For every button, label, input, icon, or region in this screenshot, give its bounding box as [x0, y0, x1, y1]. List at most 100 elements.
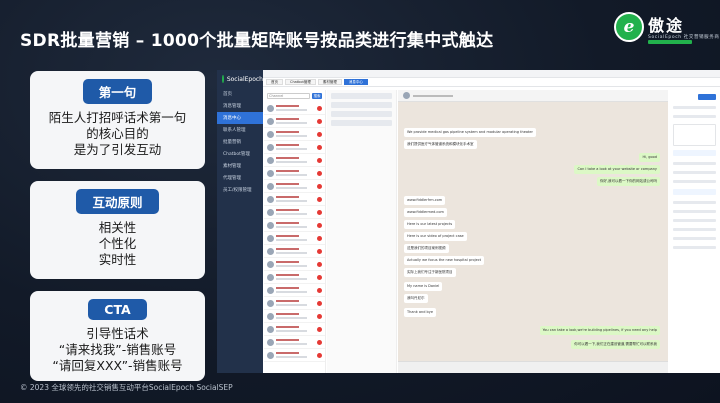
- message-bubble: Hi, good: [639, 153, 660, 162]
- avatar: [267, 286, 274, 294]
- action-button[interactable]: [698, 94, 716, 100]
- sidebar-item[interactable]: 批量营销: [217, 136, 263, 148]
- card-line: 引导性话术: [86, 326, 149, 341]
- card-badge: CTA: [88, 299, 147, 320]
- conversation-item[interactable]: [264, 102, 325, 115]
- avatar: [267, 117, 274, 125]
- sidebar-item[interactable]: 消息管理: [217, 100, 263, 112]
- tab[interactable]: 首页: [266, 79, 283, 85]
- right-panel: [669, 90, 720, 373]
- unread-badge: [317, 196, 322, 202]
- conversation-item[interactable]: [264, 219, 325, 232]
- message-bubble: 实际上我们专注于新医院项目: [404, 268, 456, 277]
- conversation-item[interactable]: [264, 232, 325, 245]
- conversation-item[interactable]: [264, 115, 325, 128]
- sidebar-item[interactable]: Chatbot管理: [217, 148, 263, 160]
- unread-badge: [317, 339, 322, 345]
- avatar: [267, 325, 274, 333]
- sidebar-item[interactable]: 联系人管理: [217, 124, 263, 136]
- avatar: [267, 104, 274, 112]
- logo-e-icon: e: [614, 12, 644, 42]
- unread-badge: [317, 222, 322, 228]
- card-line: 实时性: [98, 252, 137, 267]
- message-bubble: www.fiddlermed.com: [404, 208, 447, 217]
- message-bubble: 我们提供医疗气体管道系统和模块化手术室: [404, 140, 477, 149]
- tab[interactable]: 素材管理: [317, 79, 342, 85]
- conversation-item[interactable]: [264, 323, 325, 336]
- app-sidebar: SocialEpoch 首页 消息管理 消息中心 联系人管理 批量营销 Chat…: [217, 70, 263, 373]
- tab[interactable]: Chatbot管理: [285, 79, 316, 85]
- message-bubble: www.fiddlerfrm.com: [404, 196, 446, 205]
- conversation-item[interactable]: [264, 297, 325, 310]
- app-screenshot: SocialEpoch 首页 消息管理 消息中心 联系人管理 批量营销 Chat…: [217, 70, 720, 373]
- conversation-item[interactable]: [264, 193, 325, 206]
- avatar: [267, 195, 274, 203]
- message-bubble: Can I take a look at your website or com…: [574, 165, 660, 174]
- app-brand-name: SocialEpoch: [226, 75, 263, 83]
- logo-name: 傲途: [648, 16, 685, 35]
- conversation-item[interactable]: [264, 180, 325, 193]
- slide-title: SDR批量营销 – 1000个批量矩阵账号按品类进行集中式触达: [20, 31, 494, 51]
- message-bubble: My name is Daniel: [404, 282, 443, 291]
- account-row[interactable]: [331, 120, 392, 126]
- avatar: [267, 338, 274, 346]
- app-topbar: [263, 70, 720, 78]
- message-bubble: Here is our video of project case: [404, 232, 467, 241]
- tab-active[interactable]: 消息中心: [343, 79, 368, 85]
- unread-badge: [317, 261, 322, 267]
- message-bubble: 我叫丹尼尔: [404, 294, 428, 303]
- unread-badge: [317, 131, 322, 137]
- sidebar-item[interactable]: 首页: [217, 88, 263, 100]
- app-brand: SocialEpoch: [217, 70, 263, 88]
- unread-badge: [317, 300, 322, 306]
- sidebar-item[interactable]: 员工/权限管理: [217, 184, 263, 196]
- sidebar-item[interactable]: 代理管理: [217, 172, 263, 184]
- message-bubble: 你可以看一下,我们正在建设管道,需要帮忙可以联系我: [571, 340, 660, 349]
- account-row[interactable]: [331, 93, 392, 99]
- conversation-item[interactable]: [264, 154, 325, 167]
- card-first-sentence: 第一句 陌生人打招呼话术第一句 的核心目的 是为了引发互动: [30, 71, 205, 169]
- unread-badge: [317, 170, 322, 176]
- app-tabs: 首页 Chatbot管理 素材管理 消息中心: [263, 78, 720, 87]
- conversation-item[interactable]: [264, 206, 325, 219]
- avatar: [267, 234, 274, 242]
- chat-window: We provide medical gas pipeline system a…: [398, 90, 668, 373]
- card-cta: CTA 引导性话术 “请来找我”-销售账号 “请回复XXX”-销售账号: [30, 291, 205, 381]
- conversation-item[interactable]: [264, 271, 325, 284]
- chat-header: [398, 90, 668, 102]
- message-bubble: You can take a look,we're building pipel…: [539, 326, 660, 335]
- conversation-item[interactable]: [264, 310, 325, 323]
- message-bubble: We provide medical gas pipeline system a…: [404, 128, 536, 137]
- unread-badge: [317, 183, 322, 189]
- card-badge: 互动原则: [76, 189, 159, 214]
- logo-bar: [648, 40, 692, 44]
- conversation-item[interactable]: [264, 284, 325, 297]
- avatar: [267, 312, 274, 320]
- message-input[interactable]: [398, 361, 668, 373]
- unread-badge: [317, 105, 322, 111]
- message-bubble: 你好,我可以看一下你的网站或公司吗: [596, 177, 660, 186]
- search-button[interactable]: 搜索: [312, 93, 322, 99]
- conversation-item[interactable]: [264, 167, 325, 180]
- conversation-item[interactable]: [264, 336, 325, 349]
- notes-box[interactable]: [673, 124, 716, 146]
- conversation-item[interactable]: [264, 141, 325, 154]
- card-line: 是为了引发互动: [73, 142, 162, 157]
- message-bubble: Thank and bye: [404, 308, 437, 317]
- conversation-item[interactable]: [264, 258, 325, 271]
- account-row[interactable]: [331, 111, 392, 117]
- channel-select[interactable]: Channel: [267, 93, 310, 99]
- avatar: [267, 182, 274, 190]
- sidebar-item[interactable]: 素材管理: [217, 160, 263, 172]
- sidebar-item-active[interactable]: 消息中心: [217, 112, 263, 124]
- account-row[interactable]: [331, 102, 392, 108]
- conversation-item[interactable]: [264, 245, 325, 258]
- socialepoch-logo: e 傲途 SocialEpoch 社交营销服务商: [614, 10, 719, 48]
- footer-copyright: © 2023 全球领先的社交销售互动平台SocialEpoch SocialSE…: [20, 383, 233, 392]
- conversation-item[interactable]: [264, 128, 325, 141]
- avatar: [267, 273, 274, 281]
- unread-badge: [317, 235, 322, 241]
- avatar: [267, 247, 274, 255]
- conversation-item[interactable]: [264, 349, 325, 362]
- unread-badge: [317, 287, 322, 293]
